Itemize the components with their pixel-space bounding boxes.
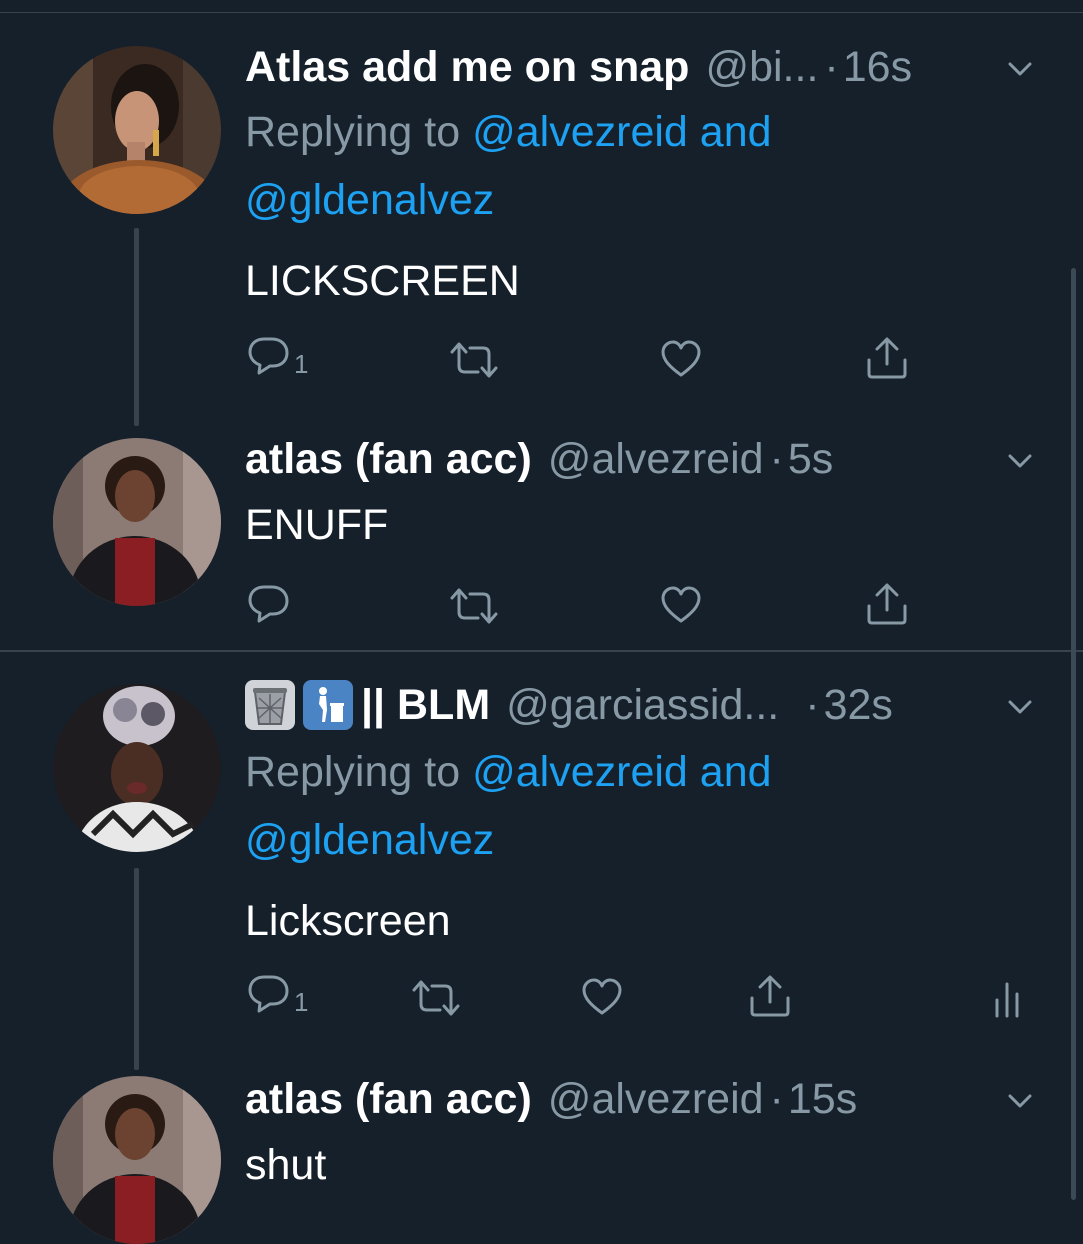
timestamp[interactable]: 32s — [824, 681, 893, 730]
tweet-header: Atlas add me on snap @bi... · 16s — [245, 40, 1038, 94]
thread-line — [134, 868, 139, 1070]
mention-link[interactable]: @alvezreid and — [472, 108, 771, 156]
tweet-header: || BLM @garciassid... · 32s — [245, 678, 1038, 732]
chevron-down-icon[interactable] — [1005, 692, 1035, 722]
tweet-4[interactable]: atlas (fan acc) @alvezreid · 15s shut — [0, 1060, 1083, 1244]
avatar-image — [53, 684, 221, 852]
tweet-text: LICKSCREEN — [245, 257, 520, 305]
avatar-image — [53, 46, 221, 214]
reply-icon — [248, 337, 289, 375]
analytics-icon — [995, 982, 1019, 1018]
handle[interactable]: @garciassid... — [506, 681, 779, 730]
reply-icon — [248, 585, 289, 623]
replying-to-line2: @gldenalvez — [245, 806, 494, 874]
handle[interactable]: @alvezreid — [548, 1075, 764, 1124]
replying-to-line2: @gldenalvez — [245, 166, 494, 234]
timestamp[interactable]: 16s — [843, 43, 912, 92]
mention-link[interactable]: @gldenalvez — [245, 176, 494, 224]
retweet-icon — [450, 588, 498, 624]
thread-line — [134, 228, 139, 426]
scrollbar[interactable] — [1071, 268, 1076, 1200]
avatar[interactable] — [53, 1076, 221, 1244]
avatar[interactable] — [53, 684, 221, 852]
heart-icon — [661, 586, 701, 623]
handle[interactable]: @alvezreid — [548, 435, 764, 484]
share-icon — [867, 337, 907, 379]
share-icon — [867, 583, 907, 625]
reply-button[interactable]: 1 — [246, 974, 308, 1017]
separator-dot: · — [824, 42, 839, 91]
timestamp[interactable]: 15s — [788, 1075, 857, 1124]
retweet-button[interactable] — [448, 340, 500, 380]
display-name[interactable]: atlas (fan acc) — [245, 1075, 532, 1124]
display-name[interactable]: || BLM — [361, 681, 490, 730]
replying-to: Replying to @alvezreid and — [245, 98, 772, 166]
tweet-header: atlas (fan acc) @alvezreid · 5s — [245, 432, 1038, 486]
tweet-3[interactable]: || BLM @garciassid... · 32s Replying to … — [0, 652, 1083, 1070]
like-button[interactable] — [581, 978, 623, 1016]
mention-link[interactable]: @alvezreid and — [472, 748, 771, 796]
share-button[interactable] — [747, 974, 793, 1018]
wastebasket-icon — [245, 680, 295, 730]
reply-button[interactable] — [246, 584, 292, 624]
retweet-button[interactable] — [410, 978, 462, 1018]
tweet-text: ENUFF — [245, 501, 389, 549]
put-litter-in-its-place-icon — [303, 680, 353, 730]
tweet-header: atlas (fan acc) @alvezreid · 15s — [245, 1072, 1038, 1126]
replying-prefix: Replying to — [245, 748, 461, 796]
share-button[interactable] — [864, 336, 910, 380]
timestamp[interactable]: 5s — [788, 435, 833, 484]
retweet-icon — [450, 342, 498, 378]
share-icon — [750, 975, 790, 1017]
tweet-text: Lickscreen — [245, 897, 451, 945]
reply-button[interactable]: 1 — [246, 336, 308, 379]
separator-dot: · — [769, 434, 784, 483]
avatar[interactable] — [53, 46, 221, 214]
heart-icon — [661, 340, 701, 377]
reply-count: 1 — [294, 349, 309, 379]
avatar[interactable] — [53, 438, 221, 606]
reply-icon — [248, 975, 289, 1013]
tweet-text: shut — [245, 1141, 327, 1189]
replying-prefix: Replying to — [245, 108, 461, 156]
separator-dot: · — [805, 680, 820, 729]
replying-to: Replying to @alvezreid and — [245, 738, 772, 806]
like-button[interactable] — [660, 586, 702, 624]
like-button[interactable] — [660, 340, 702, 378]
share-button[interactable] — [864, 582, 910, 626]
chevron-down-icon[interactable] — [1005, 1086, 1035, 1116]
chevron-down-icon[interactable] — [1005, 54, 1035, 84]
retweet-button[interactable] — [448, 586, 500, 626]
chevron-down-icon[interactable] — [1005, 446, 1035, 476]
retweet-icon — [412, 980, 460, 1016]
tweet-2[interactable]: atlas (fan acc) @alvezreid · 5s ENUFF — [0, 420, 1083, 650]
tweet-1[interactable]: Atlas add me on snap @bi... · 16s Replyi… — [0, 0, 1083, 426]
mention-link[interactable]: @gldenalvez — [245, 816, 494, 864]
reply-count: 1 — [294, 987, 309, 1017]
separator-dot: · — [769, 1074, 784, 1123]
avatar-image — [53, 438, 221, 606]
handle[interactable]: @bi... — [705, 43, 818, 92]
display-name[interactable]: Atlas add me on snap — [245, 43, 689, 92]
avatar-image — [53, 1076, 221, 1244]
heart-icon — [582, 978, 622, 1015]
display-name[interactable]: atlas (fan acc) — [245, 435, 532, 484]
analytics-button[interactable] — [992, 978, 1024, 1018]
